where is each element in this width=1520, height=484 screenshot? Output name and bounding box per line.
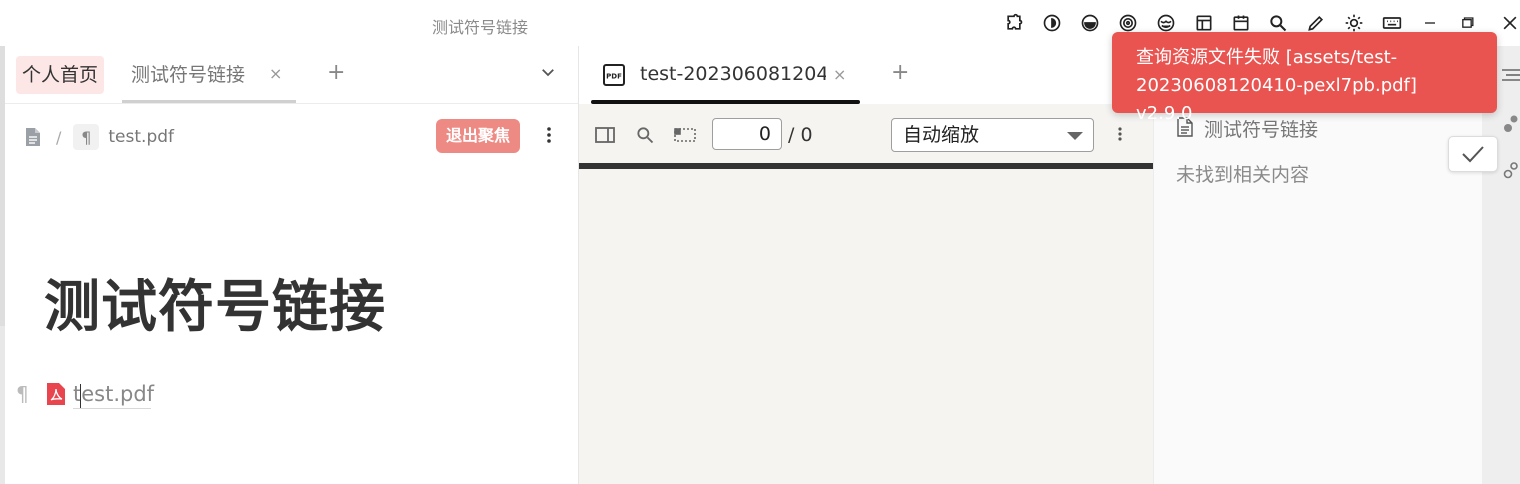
- moon-icon[interactable]: [1040, 11, 1064, 35]
- breadcrumb-separator: /: [56, 127, 62, 147]
- exit-focus-button[interactable]: 退出聚焦: [436, 119, 520, 153]
- page-total: / 0: [788, 124, 813, 146]
- more-icon[interactable]: [540, 125, 558, 149]
- svg-text:PDF: PDF: [606, 73, 622, 81]
- document-icon[interactable]: [24, 127, 42, 147]
- breadcrumb: / ¶ test.pdf: [24, 122, 174, 152]
- paragraph-mark-icon[interactable]: ¶: [16, 382, 29, 406]
- face-icon[interactable]: [1078, 11, 1102, 35]
- tab-home[interactable]: 个人首页: [16, 56, 105, 94]
- panel-document-title[interactable]: 测试符号链接: [1204, 115, 1318, 142]
- check-icon[interactable]: [1448, 136, 1498, 172]
- search-icon[interactable]: [634, 124, 656, 146]
- dropdown-arrow-icon[interactable]: [1067, 132, 1083, 140]
- more-icon[interactable]: [1113, 125, 1127, 147]
- tab-pdf[interactable]: test-2023060812041: [640, 63, 826, 85]
- text-caret: [80, 384, 81, 408]
- backlinks-panel: 测试符号链接 未找到相关内容: [1154, 104, 1482, 484]
- add-tab-button[interactable]: +: [327, 60, 345, 85]
- puzzle-icon[interactable]: [1002, 11, 1026, 35]
- paragraph-icon[interactable]: ¶: [73, 124, 100, 150]
- error-toast[interactable]: 查询资源文件失败 [assets/test-20230608120410-pex…: [1112, 32, 1497, 124]
- active-tab-indicator: [122, 100, 296, 103]
- close-icon[interactable]: [1498, 11, 1520, 35]
- graph-icon[interactable]: [1500, 114, 1520, 138]
- pdf-tab-icon: PDF: [603, 64, 625, 86]
- select-area-icon[interactable]: [674, 124, 696, 146]
- zoom-select[interactable]: 自动缩放: [891, 118, 1094, 152]
- pdf-viewer[interactable]: [579, 169, 1153, 484]
- pdf-toolbar: / 0 自动缩放: [579, 104, 1153, 164]
- sidebar-toggle-icon[interactable]: [594, 124, 616, 146]
- relation-graph-icon[interactable]: [1500, 160, 1520, 184]
- pdf-attachment-link[interactable]: test.pdf: [73, 382, 154, 409]
- breadcrumb-item[interactable]: test.pdf: [108, 127, 174, 147]
- document-title[interactable]: 测试符号链接: [44, 262, 386, 343]
- page-number-input[interactable]: [712, 118, 782, 150]
- outline-icon[interactable]: [1500, 68, 1520, 88]
- left-tab-bar: 个人首页 测试符号链接 × +: [5, 46, 578, 104]
- empty-message: 未找到相关内容: [1176, 164, 1310, 186]
- pdf-file-icon: [47, 383, 65, 405]
- window-title: 测试符号链接: [432, 18, 529, 37]
- add-tab-button[interactable]: +: [891, 60, 909, 85]
- middle-tab-bar: PDF test-2023060812041 × +: [579, 46, 1153, 104]
- app-window: 测试符号链接 个人首页 测试符号链接 × + / ¶ test.pdf 退出聚焦…: [0, 0, 1520, 484]
- tab-close-button[interactable]: ×: [833, 65, 846, 84]
- chevron-down-icon[interactable]: [539, 63, 557, 85]
- tab-close-button[interactable]: ×: [269, 64, 282, 83]
